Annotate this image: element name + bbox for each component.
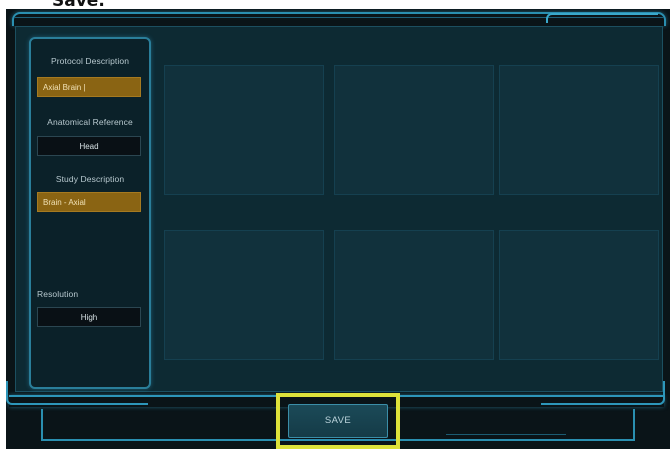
image-viewport[interactable] [164, 65, 324, 195]
study-description-field[interactable]: Brain - Axial [37, 192, 141, 212]
base-rail-divider [446, 434, 566, 435]
image-viewport-grid [164, 65, 659, 365]
protocol-description-label: Protocol Description [50, 56, 130, 66]
scanner-console-screen: Protocol Description Axial Brain | Anato… [6, 9, 670, 449]
image-viewport[interactable] [164, 230, 324, 360]
anatomical-reference-label: Anatomical Reference [47, 117, 133, 127]
anatomical-reference-field[interactable]: Head [37, 136, 141, 156]
image-viewport[interactable] [334, 230, 494, 360]
image-viewport[interactable] [334, 65, 494, 195]
top-frame-notch [546, 13, 658, 23]
protocol-description-field[interactable]: Axial Brain | [37, 77, 141, 97]
parameters-panel: Protocol Description Axial Brain | Anato… [29, 37, 151, 389]
study-description-label: Study Description [55, 174, 125, 184]
image-viewport[interactable] [499, 65, 659, 195]
main-panel: Protocol Description Axial Brain | Anato… [15, 26, 663, 392]
image-viewport[interactable] [499, 230, 659, 360]
resolution-label: Resolution [37, 289, 79, 299]
resolution-field[interactable]: High [37, 307, 141, 327]
save-button[interactable]: SAVE [288, 404, 388, 438]
